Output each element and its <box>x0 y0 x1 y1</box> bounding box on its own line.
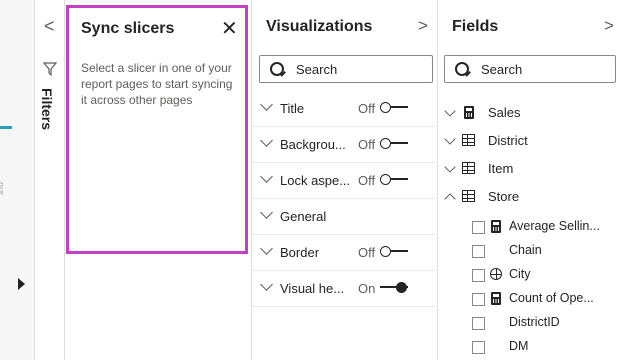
field-name: Chain <box>509 243 542 257</box>
field-checkbox[interactable] <box>472 269 485 282</box>
field-item[interactable]: Count of Ope... <box>438 287 623 311</box>
toggle-state: Off <box>358 173 376 188</box>
chevron-down-icon[interactable] <box>444 105 456 117</box>
field-name: DM <box>509 339 529 353</box>
field-table-item[interactable]: Item <box>438 157 623 181</box>
search-icon <box>455 62 469 76</box>
filters-label[interactable]: Filters <box>39 88 55 130</box>
funnel-icon <box>43 62 57 76</box>
format-card-visual-header[interactable]: Visual he... On <box>252 270 436 307</box>
field-name: City <box>509 267 531 281</box>
globe-icon <box>490 268 502 280</box>
table-name: Sales <box>488 105 521 120</box>
search-placeholder: Search <box>296 62 338 77</box>
close-icon[interactable]: ✕ <box>221 16 238 41</box>
chevron-down-icon[interactable] <box>260 206 273 219</box>
fields-pane: Fields > Search Sales District Item Stor… <box>438 0 623 360</box>
visualizations-search-input[interactable]: Search <box>259 55 433 83</box>
toggle-state: Off <box>358 101 376 116</box>
search-icon <box>270 62 284 76</box>
field-item[interactable]: DM <box>438 335 623 359</box>
format-card-lock-aspect[interactable]: Lock aspe... Off <box>252 162 436 199</box>
sync-slicers-message: Select a slicer in one of your report pa… <box>81 61 233 107</box>
chevron-down-icon[interactable] <box>260 98 273 111</box>
field-item[interactable]: City <box>438 263 623 287</box>
chevron-down-icon[interactable] <box>444 161 456 173</box>
field-checkbox[interactable] <box>472 293 485 306</box>
card-label: Title <box>280 101 305 116</box>
toggle-switch[interactable] <box>380 282 408 293</box>
format-card-border[interactable]: Border Off <box>252 234 436 271</box>
filters-rail[interactable]: < Filters <box>35 0 65 360</box>
calculator-icon <box>464 106 474 119</box>
toggle-state: Off <box>358 137 376 152</box>
table-icon <box>462 134 475 146</box>
table-name: Store <box>488 189 520 204</box>
expand-visualizations-icon[interactable]: > <box>418 16 428 36</box>
sync-slicers-pane: Sync slicers ✕ Select a slicer in one of… <box>66 5 248 254</box>
chevron-down-icon[interactable] <box>260 278 273 291</box>
play-icon[interactable] <box>18 278 25 290</box>
card-label: General <box>280 209 327 224</box>
fields-search-input[interactable]: Search <box>444 55 616 83</box>
card-label: Backgrou... <box>280 137 346 152</box>
table-icon <box>462 162 475 174</box>
field-item[interactable]: Chain <box>438 239 623 263</box>
table-name: Item <box>488 161 514 176</box>
field-item[interactable]: Average Sellin... <box>438 215 623 239</box>
fields-title: Fields <box>452 18 499 35</box>
card-label: Border <box>280 245 320 260</box>
field-table-sales[interactable]: Sales <box>438 101 623 125</box>
format-card-general[interactable]: General <box>252 198 436 235</box>
search-placeholder: Search <box>481 62 523 77</box>
toggle-switch[interactable] <box>380 246 408 257</box>
field-table-store[interactable]: Store <box>438 185 623 209</box>
chevron-down-icon[interactable] <box>260 134 273 147</box>
axis-tick-label: nur <box>0 182 6 196</box>
toggle-switch[interactable] <box>380 138 408 149</box>
field-checkbox[interactable] <box>472 221 485 234</box>
field-table-district[interactable]: District <box>438 129 623 153</box>
toggle-switch[interactable] <box>380 174 408 185</box>
expand-fields-icon[interactable]: > <box>604 16 614 36</box>
field-checkbox[interactable] <box>472 341 485 354</box>
field-checkbox[interactable] <box>472 317 485 330</box>
sync-slicers-title: Sync slicers <box>81 20 175 37</box>
report-canvas-edge: nur <box>0 0 35 360</box>
chevron-down-icon[interactable] <box>444 133 456 145</box>
toggle-state: On <box>358 281 376 296</box>
toggle-switch[interactable] <box>380 102 408 113</box>
field-item[interactable]: DistrictID <box>438 311 623 335</box>
calculator-icon <box>491 292 501 305</box>
chevron-down-icon[interactable] <box>260 170 273 183</box>
card-label: Lock aspe... <box>280 173 351 188</box>
toggle-state: Off <box>358 245 376 260</box>
format-card-title[interactable]: Title Off <box>252 90 436 127</box>
card-label: Visual he... <box>280 281 345 296</box>
collapse-filters-icon[interactable]: < <box>44 16 55 37</box>
field-checkbox[interactable] <box>472 245 485 258</box>
field-name: Count of Ope... <box>509 291 594 305</box>
table-name: District <box>488 133 528 148</box>
calculator-icon <box>491 220 501 233</box>
visualizations-title: Visualizations <box>266 18 373 35</box>
field-name: DistrictID <box>509 315 560 329</box>
table-icon <box>462 190 475 202</box>
chevron-down-icon[interactable] <box>260 242 273 255</box>
chevron-up-icon[interactable] <box>444 193 456 205</box>
format-card-background[interactable]: Backgrou... Off <box>252 126 436 163</box>
visualizations-pane: Visualizations > Search Title Off Backgr… <box>252 0 436 360</box>
field-name: Average Sellin... <box>509 219 600 233</box>
visual-fragment <box>0 126 12 129</box>
